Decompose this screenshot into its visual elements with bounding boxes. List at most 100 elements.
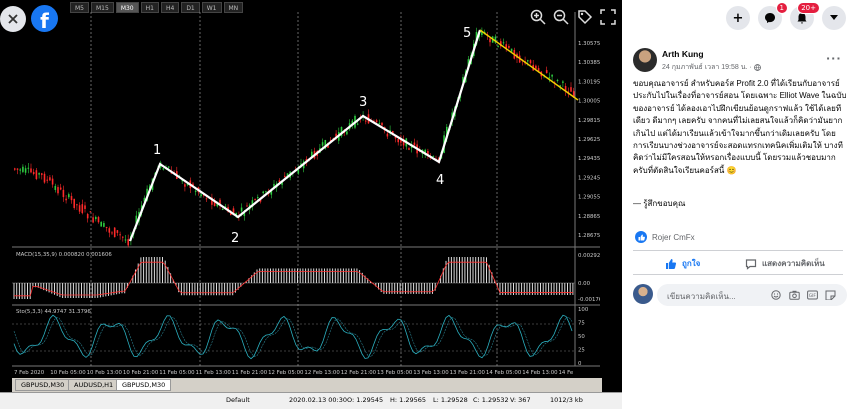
candle-body [95,216,97,220]
status-volume: V: 367 [510,396,531,404]
candle-body [62,189,65,198]
price-tick-label: 1.28865 [578,214,600,220]
date-tick-label: 14 Feb 13:00 [522,370,558,376]
date-tick-label: 13 Feb 13:00 [413,370,449,376]
zoom-out-icon[interactable] [553,9,569,25]
comment-input[interactable]: เขียนความคิดเห็น... [667,290,736,303]
candle-body [59,187,62,190]
comment-button[interactable]: แสดงความคิดเห็น [745,257,825,270]
stochastic-tick-label: 100 [578,307,589,313]
facebook-header: + 1 20+ [622,0,854,36]
post-author[interactable]: Arth Kung [662,49,704,59]
notifications-button[interactable]: 20+ [790,2,820,30]
price-tick-label: 1.29435 [578,156,600,162]
status-profile: Default [226,396,250,404]
chart-tab-active[interactable]: GBPUSD,M30 [116,379,172,391]
candle-body [545,70,548,74]
candle-body [167,166,170,168]
camera-icon[interactable] [789,290,800,300]
date-tick-label: 13 Feb 05:00 [377,370,413,376]
status-bar: Default 2020.02.13 00:30 O: 1.29545 H: 1… [0,392,622,409]
candle-body [489,38,491,43]
sticker-icon[interactable] [825,290,836,300]
account-menu-button[interactable] [822,6,846,30]
date-tick-label: 12 Feb 21:00 [341,370,377,376]
fullscreen-icon[interactable] [600,9,616,25]
candle-body [381,122,383,126]
candle-body [51,178,54,185]
candle-body [356,123,359,125]
candle-body [111,232,113,234]
gif-icon[interactable]: GIF [807,290,818,300]
chart-tab[interactable]: AUDUSD,H1 [68,379,120,391]
date-tick-label: 12 Feb 05:00 [268,370,304,376]
mt4-chart-window: M5 M15 M30 H1 H4 D1 W1 MN 1.30575 1.30385 1.30195… [12,0,600,378]
date-tick-label: 11 Feb 13:00 [196,370,232,376]
candle-body [284,175,286,178]
like-button[interactable]: ถูกใจ [665,257,700,270]
date-tick-label: 7 Feb 2020 [14,370,45,376]
candle-body [14,168,16,170]
candle-body [122,236,124,238]
candle-body [551,74,553,77]
chart-tab[interactable]: GBPUSD,M30 [15,379,71,391]
candle-body [65,198,67,201]
status-traffic: 1012/3 kb [550,396,583,404]
price-tick-label: 1.29625 [578,137,600,143]
elliott-wave-line [128,29,482,242]
plus-icon: + [732,10,744,26]
messenger-button[interactable]: 1 [758,2,788,30]
divider [633,274,843,275]
chart-tabs-bar: GBPUSD,M30 AUDUSD,H1 GBPUSD,M30 [12,378,602,392]
reactions-row[interactable]: Rojer CmFx [635,231,695,243]
post-options-button[interactable]: ··· [826,52,842,65]
reactor-name: Rojer CmFx [652,232,695,242]
post-timestamp[interactable]: 24 กุมภาพันธ์ เวลา 19:58 น. · [662,64,754,71]
svg-text:GIF: GIF [809,293,817,299]
candle-body [73,198,75,208]
date-tick-label: 13 Feb 21:00 [450,370,486,376]
price-tick-label: 1.30575 [578,41,600,47]
candle-body [78,205,81,212]
date-tick-label: 12 Feb 13:00 [304,370,340,376]
notifications-badge: 20+ [797,2,820,14]
stochastic-tick-label: 75 [578,321,585,327]
author-avatar[interactable] [633,48,657,72]
candle-body [508,45,510,48]
comment-box[interactable]: เขียนความคิดเห็น... GIF [657,284,847,306]
candle-body [413,142,416,146]
photo-viewer: M5 M15 M30 H1 H4 D1 W1 MN 1.30575 1.30385 1.30195… [0,0,622,409]
candle-body [86,214,89,219]
stochastic-tick-label: 0 [578,361,582,367]
macd-tick-label: -0.00176 [578,297,600,303]
close-viewer-button[interactable] [0,6,26,32]
candle-body [497,45,499,47]
price-chart[interactable]: 1.30575 1.30385 1.30195 1.30005 1.29815 1.296… [12,0,600,378]
messenger-icon [765,13,775,23]
emoji-icon[interactable] [771,290,781,300]
facebook-logo[interactable]: f [31,5,58,33]
price-tick-label: 1.29055 [578,195,600,201]
candle-body [46,179,48,181]
candle-body [127,239,129,246]
candle-body [194,190,197,192]
candle-body [240,207,243,212]
candle-body [100,221,102,227]
candle-body [70,196,73,201]
candle-body [246,205,248,207]
zoom-in-icon[interactable] [530,9,546,25]
candle-body [265,191,267,193]
candle-body [570,87,572,92]
candle-body [556,79,559,81]
candle-body [97,217,100,223]
stochastic-tick-label: 50 [578,334,585,340]
tag-icon[interactable] [577,9,593,25]
stochastic-k-line [13,314,573,360]
divider [633,250,843,251]
candle-body [81,204,84,214]
candle-body [257,197,259,199]
wave-label-4: 4 [436,173,444,188]
wave-label-2: 2 [231,231,239,246]
create-button[interactable]: + [726,6,750,30]
candle-body [27,167,30,169]
